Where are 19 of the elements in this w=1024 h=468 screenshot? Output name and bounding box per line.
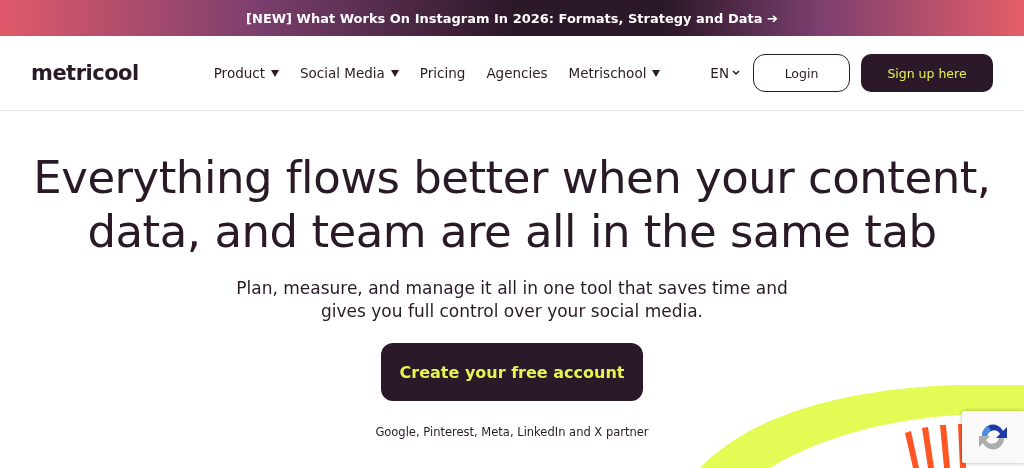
recaptcha-badge[interactable] xyxy=(962,411,1024,463)
logo[interactable]: metricool xyxy=(31,61,139,85)
nav-link[interactable]: Social Media xyxy=(300,65,399,81)
chevron-down-icon xyxy=(732,70,740,76)
announcement-link[interactable]: [NEW] What Works On Instagram In 2026: Formats, Strategy and Data ➔ xyxy=(0,0,1024,36)
create-account-button[interactable]: Create your free account xyxy=(381,343,643,401)
signup-button[interactable]: Sign up here xyxy=(861,54,993,92)
partners-text: Google, Pinterest, Meta, LinkedIn and X partner xyxy=(375,425,649,439)
nav-link[interactable]: Pricing xyxy=(419,65,466,81)
login-button[interactable]: Login xyxy=(753,54,850,92)
language-selector[interactable]: EN xyxy=(710,65,740,81)
caret-icon xyxy=(652,69,661,77)
nav-link[interactable]: Product xyxy=(213,65,279,81)
nav-link[interactable]: Metrischool xyxy=(568,65,661,81)
caret-icon xyxy=(390,69,399,77)
hero-subtitle: Plan, measure, and manage it all in one tool that saves time and gives you full control over your social media. xyxy=(235,277,789,323)
hero-title: Everything flows better when your content, data, and team are all in the same tab xyxy=(32,151,992,259)
caret-icon xyxy=(271,69,279,77)
nav-link[interactable]: Agencies xyxy=(486,65,548,81)
